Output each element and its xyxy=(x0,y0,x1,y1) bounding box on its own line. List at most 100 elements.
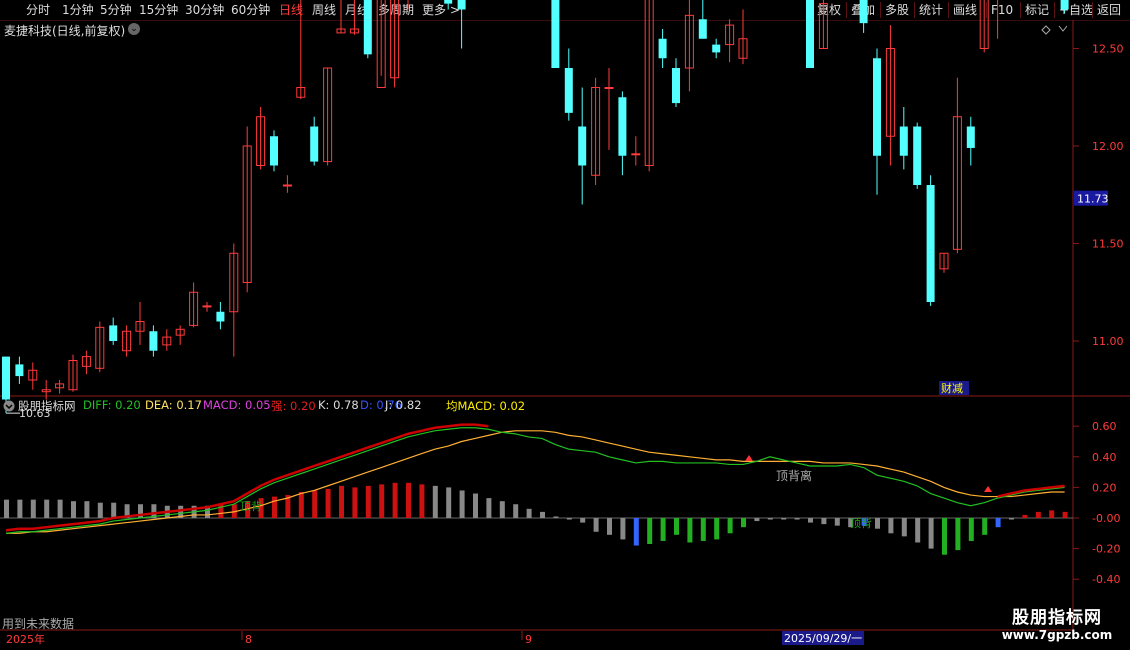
macd-bar xyxy=(1035,511,1041,518)
indicator-value-1: DEA: 0.17 xyxy=(145,398,202,412)
candle-body xyxy=(672,68,680,104)
candle-body xyxy=(15,364,24,377)
divergence-marker-2 xyxy=(984,486,992,492)
macd-bar xyxy=(727,518,733,534)
divergence-label-2: 顶背 xyxy=(240,499,262,513)
macd-bar xyxy=(392,482,398,518)
macd-bar xyxy=(513,504,519,518)
macd-bar xyxy=(419,484,425,518)
candle-body xyxy=(618,97,627,156)
candle-body xyxy=(149,331,158,351)
candle-body xyxy=(202,305,212,308)
candle-body xyxy=(873,58,881,156)
macd-bar xyxy=(272,496,277,518)
candle-body xyxy=(564,68,573,113)
divergence-label-3: 顶背 xyxy=(850,516,872,530)
macd-bar xyxy=(1062,511,1068,518)
indicator-value-3: 强: 0.20 xyxy=(271,399,316,413)
watermark: 股朋指标网 www.7gpzb.com xyxy=(988,603,1126,646)
watermark-title: 股朋指标网 xyxy=(1012,608,1102,628)
macd-bar xyxy=(674,518,679,535)
macd-bar xyxy=(446,487,452,518)
candle-body xyxy=(631,153,641,156)
macd-bar xyxy=(794,518,800,520)
macd-bar xyxy=(955,518,961,551)
macd-bar xyxy=(928,518,934,549)
date-cursor-label: 2025/09/29/一 xyxy=(784,632,862,645)
indicator-value-7: 均MACD: 0.02 xyxy=(446,399,526,413)
candle-body xyxy=(926,185,935,302)
macd-bar xyxy=(298,491,304,518)
macd-bar xyxy=(875,518,880,529)
macd-bar xyxy=(17,499,23,518)
footnote: 用到未来数据 xyxy=(2,617,75,631)
candle-body xyxy=(859,0,868,24)
candle-body xyxy=(966,126,975,148)
macd-tick-label: -0.00 xyxy=(1092,512,1120,525)
macd-bar xyxy=(580,518,586,523)
kline-chart: 14.0013.5013.0012.5012.0011.5011.0011.73… xyxy=(0,0,1130,650)
macd-bar xyxy=(325,488,331,518)
macd-bar xyxy=(808,518,813,523)
macd-bar xyxy=(1022,514,1028,518)
macd-tick-label: -0.40 xyxy=(1092,573,1120,586)
macd-tick-label: -0.20 xyxy=(1092,543,1120,556)
date-year: 2025年 xyxy=(6,632,45,646)
macd-bar xyxy=(620,518,626,540)
candle-body xyxy=(2,356,10,400)
macd-bar xyxy=(660,518,666,541)
watermark-url: www.7gpzb.com xyxy=(1001,628,1113,642)
macd-bar xyxy=(968,518,974,541)
macd-bar xyxy=(352,487,358,518)
indicator-collapse-icon[interactable] xyxy=(3,398,15,412)
macd-bar xyxy=(741,518,746,528)
diamond-icon xyxy=(1041,25,1051,35)
price-tick-label: 12.50 xyxy=(1092,43,1124,56)
macd-bar xyxy=(834,518,840,526)
macd-bar xyxy=(499,501,505,518)
macd-bar xyxy=(700,518,706,541)
indicator-value-2: MACD: 0.05 xyxy=(203,398,271,412)
macd-bar xyxy=(406,482,411,518)
candle-body xyxy=(216,311,225,322)
macd-bar xyxy=(995,518,1001,528)
tag-label: 财减 xyxy=(941,381,963,395)
macd-tick-label: 0.40 xyxy=(1092,451,1117,464)
candle-body xyxy=(310,126,319,162)
macd-bar xyxy=(633,518,639,546)
macd-bar xyxy=(888,518,894,534)
divergence-label: 顶背离 xyxy=(776,468,812,483)
candle-body xyxy=(578,126,587,166)
candle-body xyxy=(806,0,814,69)
macd-bar xyxy=(473,493,478,518)
macd-bar xyxy=(339,485,344,518)
macd-bar xyxy=(647,518,653,545)
candle-body xyxy=(604,87,614,89)
macd-bar xyxy=(821,518,827,525)
macd-bar xyxy=(982,518,988,535)
macd-tick-label: 0.60 xyxy=(1092,420,1117,433)
date-month-8: 8 xyxy=(245,633,252,646)
macd-bar xyxy=(44,499,50,518)
candle-body xyxy=(712,44,721,53)
price-tick-label: 11.00 xyxy=(1092,335,1124,348)
candle-body xyxy=(551,0,560,68)
macd-bar xyxy=(915,518,921,543)
candle-body xyxy=(282,184,292,187)
macd-bar xyxy=(4,499,9,518)
macd-bar xyxy=(30,499,36,518)
macd-bar xyxy=(84,501,90,518)
candle-body xyxy=(444,0,453,4)
macd-bar xyxy=(71,501,76,518)
indicator-value-6: J: 0.82 xyxy=(385,398,422,412)
macd-bar xyxy=(553,516,559,518)
macd-bar xyxy=(1009,518,1014,520)
current-price-label: 11.73 xyxy=(1077,193,1109,206)
indicator-name: 股朋指标网 xyxy=(18,399,76,413)
macd-bar xyxy=(97,502,103,518)
macd-bar xyxy=(459,490,465,518)
macd-bar xyxy=(365,485,371,518)
candle-body xyxy=(698,19,707,39)
macd-bar xyxy=(540,511,545,518)
macd-tick-label: 0.20 xyxy=(1092,481,1117,494)
